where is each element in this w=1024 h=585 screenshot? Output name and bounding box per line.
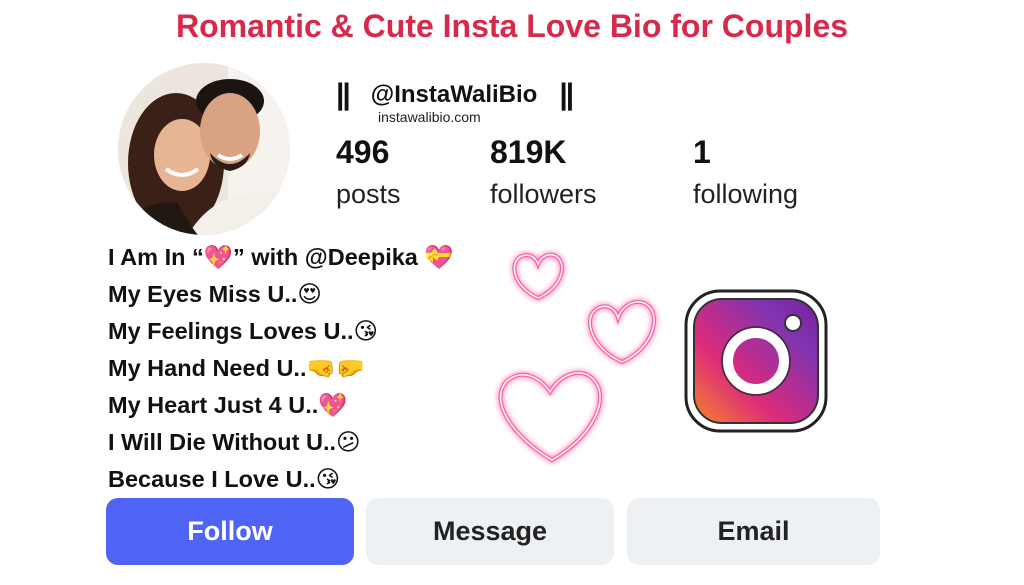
bio-text: I Will Die Without U.. xyxy=(108,429,337,455)
stat-posts-label: posts xyxy=(336,179,401,209)
stat-followers-label: followers xyxy=(490,179,597,209)
bio-text: My Heart Just 4 U.. xyxy=(108,392,319,418)
confused-face-emoji: 😕 xyxy=(336,428,361,456)
instagram-logo-icon[interactable] xyxy=(682,287,830,435)
divider-bars-right: || xyxy=(559,78,574,111)
bio-text: My Hand Need U.. xyxy=(108,355,307,381)
sparkling-heart-emoji: 💖 xyxy=(203,243,234,271)
stat-followers-value: 819K xyxy=(490,134,567,170)
stat-followers[interactable]: 819K followers xyxy=(490,134,597,214)
neon-heart-icon xyxy=(512,252,564,301)
bio-line: I Am In “💖” with @Deepika 💝 xyxy=(108,240,454,277)
bio-line: I Will Die Without U..😕 xyxy=(108,425,454,462)
neon-heart-icon xyxy=(498,370,603,463)
profile-handle-row: || @InstaWaliBio || xyxy=(336,78,574,112)
bio-line: My Eyes Miss U..😍 xyxy=(108,277,454,314)
bio: I Am In “💖” with @Deepika 💝 My Eyes Miss… xyxy=(108,240,454,499)
sparkling-heart-emoji: 💖 xyxy=(318,391,348,419)
heart-ribbon-emoji: 💝 xyxy=(424,243,454,271)
stat-following-label: following xyxy=(693,179,799,209)
bio-text: ” with @Deepika xyxy=(233,244,425,270)
stat-posts[interactable]: 496 posts xyxy=(336,134,401,214)
bio-line: Because I Love U..😘 xyxy=(108,462,454,499)
bio-text: Because I Love U.. xyxy=(108,466,316,492)
avatar-photo xyxy=(118,63,290,235)
profile-website-link[interactable]: instawalibio.com xyxy=(378,109,481,125)
bio-line: My Hand Need U..🤜🤛 xyxy=(108,351,454,388)
bio-text: I Am In “ xyxy=(108,244,204,270)
kiss-emoji: 😘 xyxy=(353,317,379,345)
bio-text: My Eyes Miss U.. xyxy=(108,281,298,307)
profile-handle[interactable]: @InstaWaliBio xyxy=(371,81,538,109)
fist-bump-emoji: 🤜🤛 xyxy=(306,354,366,382)
stat-following-value: 1 xyxy=(693,134,711,170)
page-title: Romantic & Cute Insta Love Bio for Coupl… xyxy=(175,8,849,44)
avatar[interactable] xyxy=(118,63,290,235)
bio-line: My Feelings Loves U..😘 xyxy=(108,314,454,351)
stat-following[interactable]: 1 following xyxy=(693,134,798,214)
kiss-emoji: 😘 xyxy=(315,465,341,493)
neon-hearts xyxy=(498,252,656,463)
follow-button[interactable]: Follow xyxy=(106,498,354,565)
divider-bars-left: || xyxy=(336,78,351,111)
bio-line: My Heart Just 4 U..💖 xyxy=(108,388,454,425)
stat-posts-value: 496 xyxy=(336,134,390,170)
bio-text: My Feelings Loves U.. xyxy=(108,318,354,344)
heart-eyes-emoji: 😍 xyxy=(297,280,322,308)
email-button[interactable]: Email xyxy=(627,498,880,565)
message-button[interactable]: Message xyxy=(366,498,614,565)
